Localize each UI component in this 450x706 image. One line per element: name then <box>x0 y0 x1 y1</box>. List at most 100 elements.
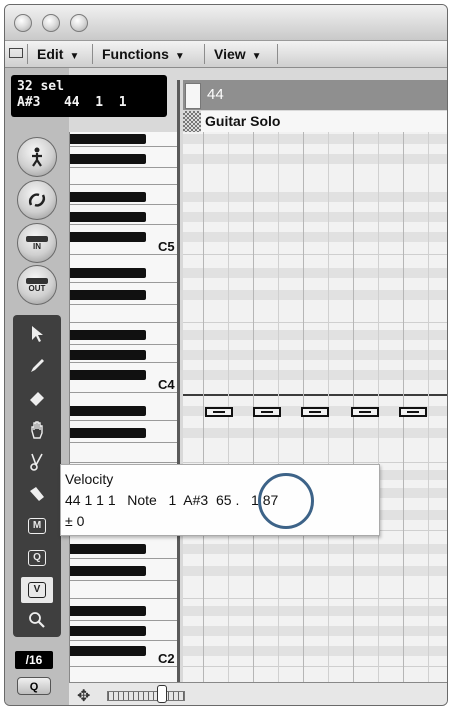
scissors-tool[interactable] <box>21 449 53 475</box>
zoom-tool[interactable] <box>21 607 53 633</box>
grid-row <box>183 330 447 340</box>
piano-roll-window: Edit ▼ Functions ▼ View ▼ 32 sel A#3 44 1 1 <box>4 4 448 706</box>
menu-divider <box>92 44 93 64</box>
key-divider <box>70 666 178 667</box>
grid-row <box>183 566 447 576</box>
eraser-tool[interactable] <box>21 385 53 411</box>
grid-row <box>183 370 447 380</box>
menu-divider <box>277 44 278 64</box>
view-menu-label: View <box>214 46 246 62</box>
black-key[interactable] <box>70 232 146 242</box>
midi-note[interactable] <box>253 407 281 417</box>
selection-count: 32 sel <box>17 79 64 94</box>
black-key[interactable] <box>70 350 146 360</box>
chevron-down-icon: ▼ <box>69 51 80 62</box>
pointer-tool[interactable] <box>21 321 53 347</box>
grid-row <box>183 134 447 144</box>
quantize-tool-icon: Q <box>28 550 46 566</box>
black-key[interactable] <box>70 268 146 278</box>
hand-tool-icon <box>31 421 43 439</box>
quantize-tool[interactable]: Q <box>21 545 53 571</box>
black-key[interactable] <box>70 606 146 616</box>
key-divider <box>70 462 178 463</box>
mute-tool[interactable]: M <box>21 513 53 539</box>
keyboard-edge <box>177 80 180 682</box>
midi-note[interactable] <box>351 407 379 417</box>
glue-tool[interactable] <box>21 481 53 507</box>
key-divider <box>70 254 178 255</box>
black-key[interactable] <box>70 330 146 340</box>
mute-tool-icon: M <box>28 518 46 534</box>
close-window-icon[interactable] <box>14 14 32 32</box>
selection-position: A#3 44 1 1 <box>17 95 127 110</box>
zoom-window-icon[interactable] <box>70 14 88 32</box>
edit-menu-label: Edit <box>37 46 64 62</box>
piano-keyboard[interactable]: C5 C4 C2 <box>69 132 178 682</box>
black-key[interactable] <box>70 212 146 222</box>
ruler-bar-number: 44 <box>207 86 224 103</box>
key-divider <box>70 392 178 393</box>
midi-in-button[interactable]: IN <box>17 223 57 263</box>
grid-row <box>183 626 447 636</box>
velocity-tool[interactable]: V <box>21 577 53 603</box>
bottom-bar: ✥ <box>69 682 447 705</box>
playhead-marker[interactable] <box>185 83 201 109</box>
catch-playhead-button[interactable] <box>17 137 57 177</box>
link-button[interactable] <box>17 180 57 220</box>
hide-list-icon[interactable] <box>9 48 23 58</box>
grid-row <box>183 154 447 164</box>
black-key[interactable] <box>70 646 146 656</box>
black-key[interactable] <box>70 290 146 300</box>
midi-in-icon: IN <box>26 235 48 251</box>
midi-note[interactable] <box>399 407 427 417</box>
midi-note[interactable] <box>301 407 329 417</box>
black-key[interactable] <box>70 154 146 164</box>
black-key[interactable] <box>70 626 146 636</box>
midi-note[interactable] <box>205 407 233 417</box>
note-grid[interactable] <box>183 132 447 682</box>
hand-tool[interactable] <box>21 417 53 443</box>
black-key[interactable] <box>70 370 146 380</box>
black-key[interactable] <box>70 566 146 576</box>
view-menu[interactable]: View ▼ <box>214 45 262 63</box>
black-key[interactable] <box>70 192 146 202</box>
menu-divider <box>204 44 205 64</box>
quantize-value[interactable]: /16 <box>15 651 53 669</box>
move-icon[interactable]: ✥ <box>77 686 90 705</box>
menu-divider <box>27 44 28 64</box>
region-header: Guitar Solo <box>183 111 447 133</box>
octave-label-c5: C5 <box>158 239 175 254</box>
zoom-slider[interactable] <box>107 691 185 701</box>
functions-menu[interactable]: Functions ▼ <box>102 45 185 63</box>
zoom-slider-knob[interactable] <box>157 685 167 703</box>
grid-row <box>183 350 447 360</box>
region-name: Guitar Solo <box>205 113 281 129</box>
pencil-tool[interactable] <box>21 353 53 379</box>
region-pattern <box>183 111 201 132</box>
grid-row <box>183 212 447 222</box>
edit-menu[interactable]: Edit ▼ <box>37 45 79 63</box>
grid-line <box>183 598 447 599</box>
key-divider <box>70 558 178 559</box>
title-bar <box>5 5 447 41</box>
minimize-window-icon[interactable] <box>42 14 60 32</box>
key-divider <box>70 640 178 641</box>
octave-line <box>183 666 447 667</box>
midi-in-label: IN <box>33 241 41 251</box>
key-divider <box>70 580 178 581</box>
tooltip-change: ± 0 <box>65 513 85 529</box>
black-key[interactable] <box>70 544 146 554</box>
grid-row <box>183 268 447 278</box>
grid-row <box>183 290 447 300</box>
key-divider <box>70 204 178 205</box>
quantize-button[interactable]: Q <box>17 677 51 695</box>
black-key[interactable] <box>70 406 146 416</box>
midi-out-button[interactable]: OUT <box>17 265 57 305</box>
black-key[interactable] <box>70 428 146 438</box>
bar-ruler[interactable]: 44 <box>183 80 447 110</box>
octave-line <box>183 254 447 255</box>
velocity-help-tag: Velocity 44 1 1 1 Note 1 A#3 65 . 1 87 ±… <box>60 464 380 536</box>
black-key[interactable] <box>70 134 146 144</box>
key-divider <box>70 620 178 621</box>
key-divider <box>70 598 178 599</box>
